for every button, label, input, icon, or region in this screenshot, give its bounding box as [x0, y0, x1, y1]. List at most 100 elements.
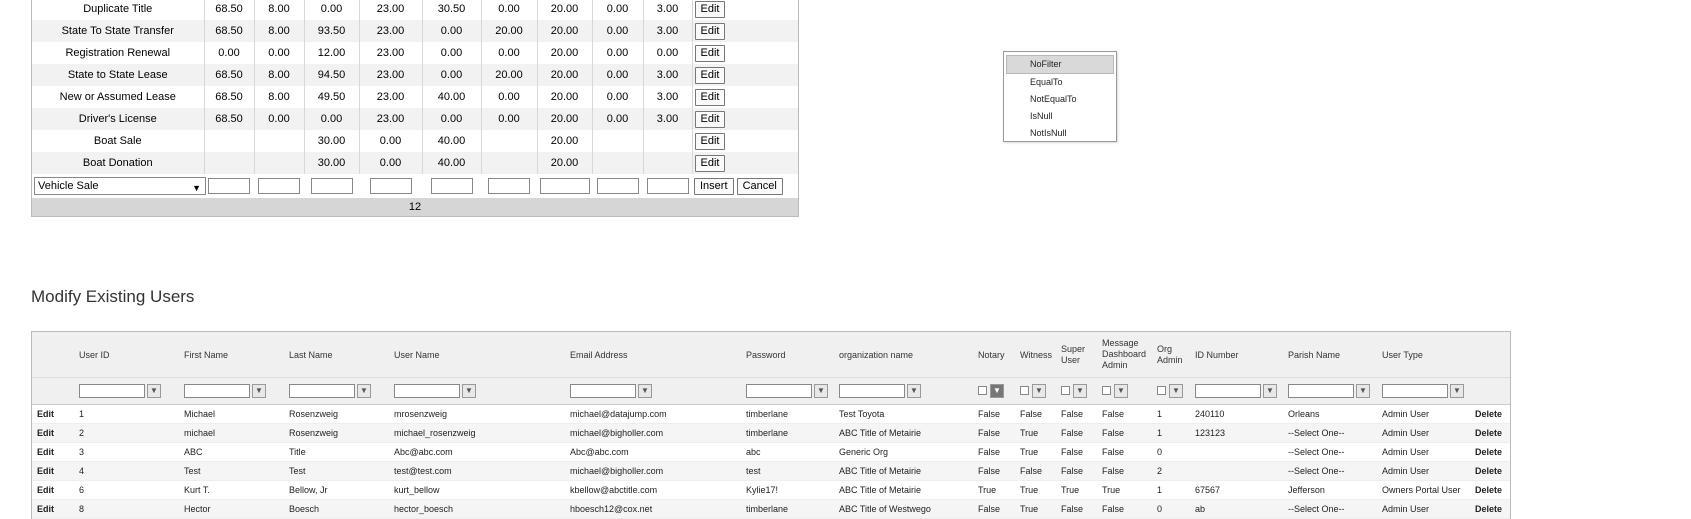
fee-value	[204, 130, 255, 152]
delete-link[interactable]: Delete	[1475, 447, 1502, 457]
transaction-type-select[interactable]: Vehicle Sale ▼	[34, 177, 206, 195]
filter-input-id-number[interactable]	[1195, 384, 1261, 398]
edit-button[interactable]: Edit	[694, 66, 726, 84]
edit-button[interactable]: Edit	[694, 132, 726, 150]
edit-link[interactable]: Edit	[37, 485, 54, 495]
filter-option-equalto[interactable]: EqualTo	[1004, 74, 1116, 91]
filter-icon[interactable]: ▼	[462, 384, 476, 398]
delete-link[interactable]: Delete	[1475, 485, 1502, 495]
fee-value: 20.00	[537, 20, 593, 42]
fee-value: 0.00	[481, 42, 538, 64]
filter-input-user-type[interactable]	[1382, 384, 1448, 398]
col-message-dashboard-admin[interactable]: Message Dashboard Admin	[1102, 338, 1152, 371]
filter-icon[interactable]: ▼	[814, 384, 828, 398]
fee-input-2[interactable]	[258, 178, 300, 194]
fee-row: State to State Lease 68.50 8.00 94.50 23.00 0…	[32, 64, 798, 86]
filter-icon[interactable]: ▼	[990, 384, 1004, 398]
fee-value: 3.00	[643, 108, 693, 130]
cancel-button[interactable]: Cancel	[736, 177, 783, 195]
filter-input-org-name[interactable]	[839, 384, 905, 398]
filter-icon[interactable]: ▼	[1450, 384, 1464, 398]
col-user-type[interactable]: User Type	[1382, 350, 1423, 361]
fee-input-6[interactable]	[488, 178, 530, 194]
filter-icon[interactable]: ▼	[1263, 384, 1277, 398]
fee-input-3[interactable]	[310, 178, 353, 194]
edit-link[interactable]: Edit	[37, 428, 54, 438]
edit-link[interactable]: Edit	[37, 466, 54, 476]
fee-input-9[interactable]	[646, 178, 689, 194]
filter-icon[interactable]: ▼	[1114, 384, 1128, 398]
fee-input-7[interactable]	[539, 178, 590, 194]
cell-orgadmin: 0	[1157, 504, 1163, 514]
cell-super: False	[1061, 466, 1084, 476]
filter-checkbox-witness[interactable]	[1020, 386, 1029, 395]
insert-button[interactable]: Insert	[694, 177, 734, 195]
col-user-name[interactable]: User Name	[394, 350, 440, 361]
delete-link[interactable]: Delete	[1475, 409, 1502, 419]
col-witness[interactable]: Witness	[1020, 350, 1052, 361]
filter-icon[interactable]: ▼	[1356, 384, 1370, 398]
edit-button[interactable]: Edit	[694, 44, 726, 62]
edit-button[interactable]: Edit	[694, 110, 726, 128]
cell-email: michael@bigholler.com	[570, 428, 664, 438]
fee-input-5[interactable]	[430, 178, 473, 194]
filter-checkbox-org-admin[interactable]	[1157, 386, 1166, 395]
col-notary[interactable]: Notary	[978, 350, 1005, 361]
col-org-admin[interactable]: Org Admin	[1157, 344, 1183, 366]
col-last-name[interactable]: Last Name	[289, 350, 333, 361]
cell-first: michael	[184, 428, 216, 438]
col-id-number[interactable]: ID Number	[1195, 350, 1239, 361]
edit-button[interactable]: Edit	[694, 154, 726, 172]
cell-first: Michael	[184, 409, 216, 419]
edit-link[interactable]: Edit	[37, 504, 54, 514]
fee-value: 68.50	[204, 86, 255, 108]
cell-password: timberlane	[746, 428, 789, 438]
cell-user: test@test.com	[394, 466, 452, 476]
filter-icon[interactable]: ▼	[1032, 384, 1046, 398]
edit-link[interactable]: Edit	[37, 447, 54, 457]
col-email[interactable]: Email Address	[570, 350, 628, 361]
filter-input-user-name[interactable]	[394, 384, 460, 398]
filter-input-last-name[interactable]	[289, 384, 355, 398]
filter-option-isnull[interactable]: IsNull	[1004, 108, 1116, 125]
edit-button[interactable]: Edit	[694, 0, 726, 18]
filter-option-nofilter[interactable]: NoFilter	[1006, 55, 1114, 74]
fee-input-4[interactable]	[369, 178, 412, 194]
filter-option-notisnull[interactable]: NotIsNull	[1004, 125, 1116, 142]
col-super-user[interactable]: Super User	[1061, 344, 1091, 366]
delete-link[interactable]: Delete	[1475, 504, 1502, 514]
filter-input-user-id[interactable]	[79, 384, 145, 398]
filter-option-notequalto[interactable]: NotEqualTo	[1004, 91, 1116, 108]
delete-link[interactable]: Delete	[1475, 466, 1502, 476]
filter-icon[interactable]: ▼	[1073, 384, 1087, 398]
filter-checkbox-notary[interactable]	[978, 386, 987, 395]
filter-icon[interactable]: ▼	[252, 384, 266, 398]
cell-email: kbellow@abctitle.com	[570, 485, 658, 495]
filter-checkbox-super-user[interactable]	[1061, 386, 1070, 395]
col-org-name[interactable]: organization name	[839, 350, 913, 361]
filter-icon[interactable]: ▼	[907, 384, 921, 398]
delete-link[interactable]: Delete	[1475, 428, 1502, 438]
fee-value: 0.00	[254, 42, 305, 64]
edit-link[interactable]: Edit	[37, 409, 54, 419]
cell-notary: True	[978, 485, 997, 495]
edit-button[interactable]: Edit	[694, 22, 726, 40]
col-user-id[interactable]: User ID	[79, 350, 110, 361]
edit-button[interactable]: Edit	[694, 88, 726, 106]
filter-icon[interactable]: ▼	[638, 384, 652, 398]
page-number[interactable]: 12	[409, 201, 421, 213]
filter-icon[interactable]: ▼	[357, 384, 371, 398]
col-first-name[interactable]: First Name	[184, 350, 228, 361]
filter-input-first-name[interactable]	[184, 384, 250, 398]
filter-input-email[interactable]	[570, 384, 636, 398]
filter-input-parish[interactable]	[1288, 384, 1354, 398]
col-parish-name[interactable]: Parish Name	[1288, 350, 1340, 361]
filter-input-password[interactable]	[746, 384, 812, 398]
fee-type-name: Boat Donation	[32, 152, 205, 174]
fee-input-1[interactable]	[208, 178, 250, 194]
filter-icon[interactable]: ▼	[147, 384, 161, 398]
filter-icon[interactable]: ▼	[1169, 384, 1183, 398]
filter-checkbox-message-admin[interactable]	[1102, 386, 1111, 395]
fee-input-8[interactable]	[596, 178, 639, 194]
col-password[interactable]: Password	[746, 350, 786, 361]
